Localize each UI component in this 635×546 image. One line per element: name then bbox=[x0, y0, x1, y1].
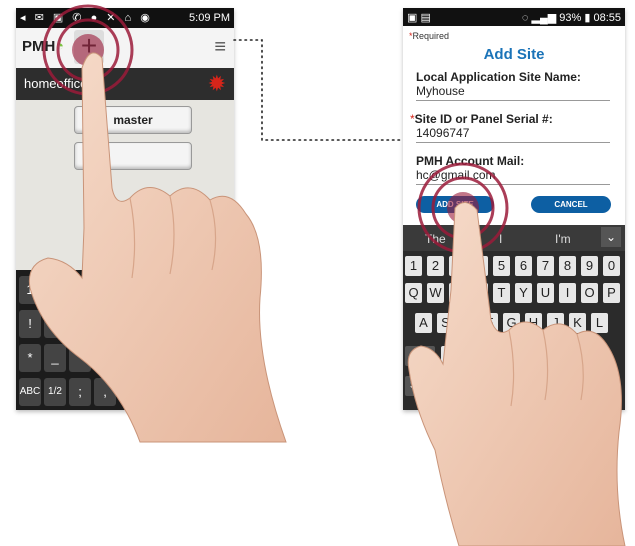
right-hand-image bbox=[407, 202, 626, 546]
left-hand-image bbox=[28, 52, 287, 443]
status-time: 5:09 PM bbox=[189, 12, 230, 24]
